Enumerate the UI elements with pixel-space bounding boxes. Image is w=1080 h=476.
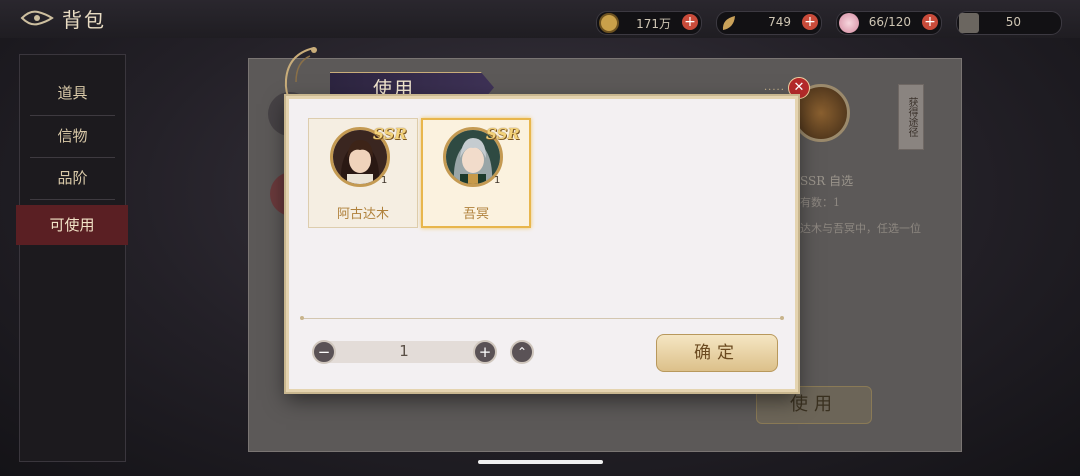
add-coin-button[interactable]: + xyxy=(682,14,698,30)
coin-resource[interactable]: 171万 + xyxy=(596,11,702,35)
increase-button[interactable]: + xyxy=(473,340,497,364)
sidebar-item-tokens[interactable]: 信物 xyxy=(20,116,125,156)
source-button[interactable]: 获得途径 xyxy=(898,84,924,150)
confirm-button[interactable]: 确定 xyxy=(656,334,778,372)
scroll-icon xyxy=(959,13,979,33)
item-description: 达木与吾冥中，任选一位 xyxy=(800,222,921,235)
dots-ornament: ····· xyxy=(764,85,785,96)
home-indicator xyxy=(478,460,603,464)
decrease-button[interactable]: − xyxy=(312,340,336,364)
leaf-icon xyxy=(719,13,739,33)
divider xyxy=(300,316,784,320)
scroll-value: 50 xyxy=(1005,15,1021,29)
character-name: 阿古达木 xyxy=(336,207,389,222)
leaf-value: 749 xyxy=(768,15,791,29)
rarity-badge: SSR xyxy=(486,125,520,143)
sidebar: 道具 信物 品阶 可使用 xyxy=(16,54,128,462)
flower-icon xyxy=(839,13,859,33)
scroll-resource[interactable]: 50 xyxy=(956,11,1062,35)
flower-resource[interactable]: 66/120 + xyxy=(836,11,942,35)
sidebar-item-props[interactable]: 道具 xyxy=(20,73,125,113)
character-name: 吾冥 xyxy=(462,207,489,222)
character-card-selected[interactable]: SSR 1 吾冥 xyxy=(421,118,531,228)
page-title: 背包 xyxy=(62,8,106,32)
quantity-value: 1 xyxy=(399,342,409,360)
item-name: SSR 自选 xyxy=(800,174,854,188)
add-leaf-button[interactable]: + xyxy=(802,14,818,30)
sidebar-divider xyxy=(30,199,115,200)
character-count: 1 xyxy=(381,175,388,186)
coin-icon xyxy=(599,13,619,33)
add-flower-button[interactable]: + xyxy=(922,14,938,30)
leaf-resource[interactable]: 749 + xyxy=(716,11,822,35)
sidebar-item-rank[interactable]: 品阶 xyxy=(20,158,125,198)
back-icon[interactable] xyxy=(20,8,54,28)
flower-value: 66/120 xyxy=(868,15,911,29)
own-count: 有数：1 xyxy=(800,196,840,209)
character-card[interactable]: SSR 1 阿古达木 xyxy=(308,118,418,228)
character-count: 1 xyxy=(494,175,501,186)
rarity-badge: SSR xyxy=(373,125,407,143)
sidebar-item-usable[interactable]: 可使用 xyxy=(16,205,128,245)
max-button[interactable]: ⌃ xyxy=(510,340,534,364)
coin-value: 171万 xyxy=(636,17,671,31)
